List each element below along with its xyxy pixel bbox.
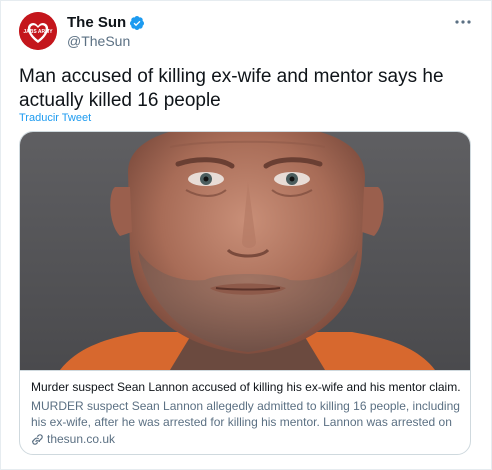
avatar-logo-text: JABS ARMY [23, 29, 53, 35]
author-name-row: The Sun [67, 14, 145, 31]
avatar[interactable]: JABS ARMY [19, 12, 57, 50]
author-display-name[interactable]: The Sun [67, 14, 126, 31]
verified-badge-icon [129, 15, 145, 31]
card-title: Murder suspect Sean Lannon accused of ki… [31, 380, 461, 394]
author-handle[interactable]: @TheSun [67, 33, 130, 49]
card-image[interactable] [20, 132, 471, 370]
card-domain-text: thesun.co.uk [47, 432, 116, 446]
more-options-icon[interactable] [451, 13, 475, 31]
link-icon [32, 433, 43, 445]
card-body[interactable]: Murder suspect Sean Lannon accused of ki… [20, 370, 470, 454]
avatar-logo-icon: JABS ARMY [19, 12, 57, 50]
link-preview-card[interactable]: Murder suspect Sean Lannon accused of ki… [19, 131, 471, 455]
translate-tweet-link[interactable]: Traducir Tweet [19, 112, 91, 124]
tweet-text: Man accused of killing ex-wife and mento… [19, 66, 444, 111]
card-domain: thesun.co.uk [31, 432, 115, 446]
tweet[interactable]: JABS ARMY The Sun @TheSun Man accused of… [0, 0, 492, 470]
